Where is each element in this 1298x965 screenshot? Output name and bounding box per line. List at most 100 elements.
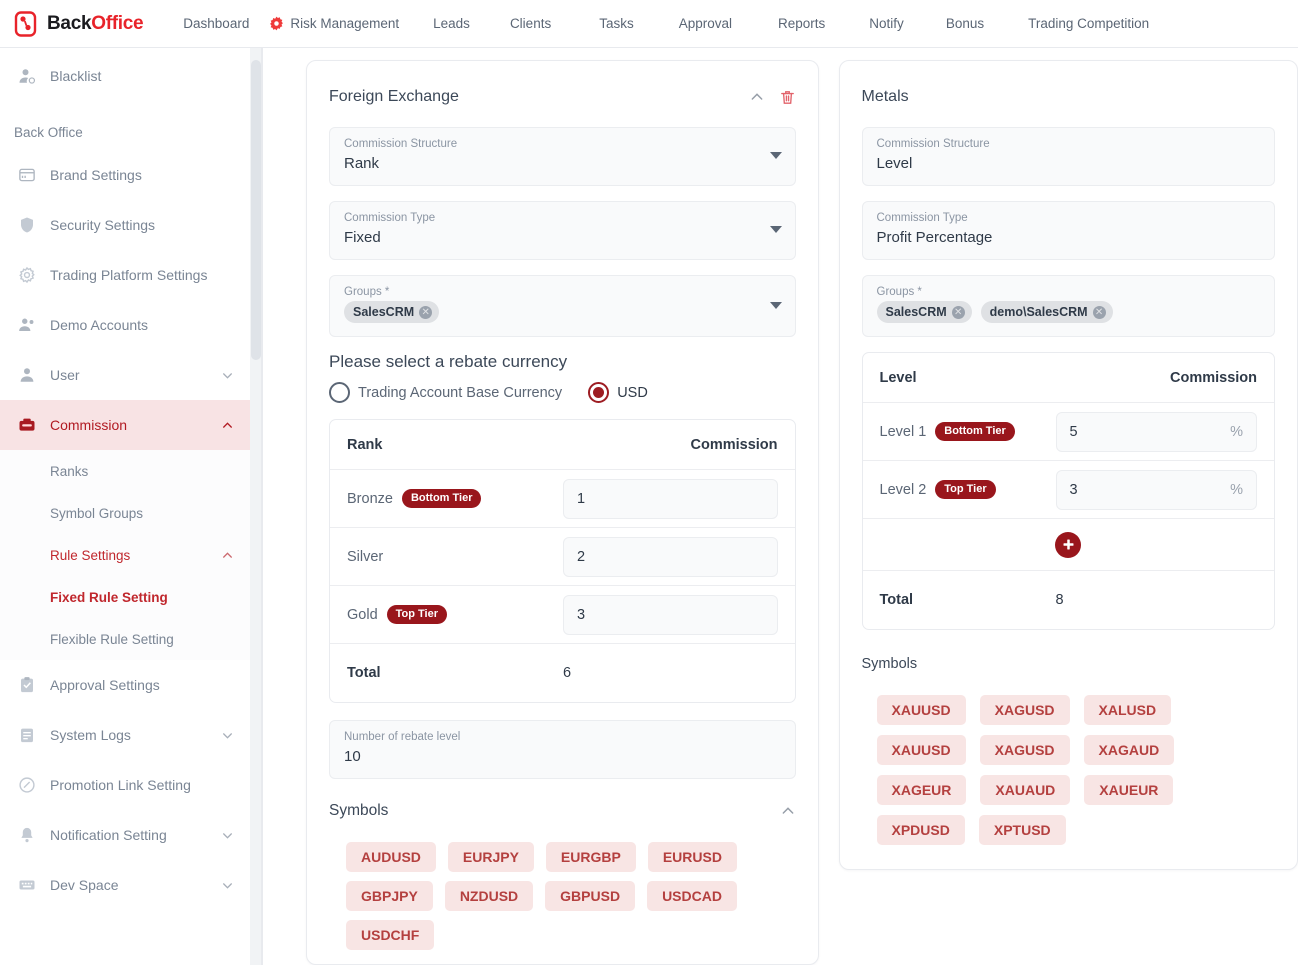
sidebar-item-fixed-rule-setting[interactable]: Fixed Rule Setting	[0, 576, 250, 618]
chevron-up-icon[interactable]	[221, 419, 234, 432]
chevron-up-icon[interactable]	[780, 803, 796, 819]
sidebar-item-flexible-rule-setting[interactable]: Flexible Rule Setting	[0, 618, 250, 660]
metals-groups-select[interactable]: Groups * SalesCRM ✕ demo\SalesCRM ✕	[861, 275, 1275, 337]
symbol-chip[interactable]: XAUEUR	[1084, 775, 1174, 805]
sidebar-item-security-settings[interactable]: Security Settings	[0, 200, 250, 250]
nav-item-approval[interactable]: Approval	[669, 0, 742, 48]
nav-item-bonus[interactable]: Bonus	[936, 0, 994, 48]
bell-icon	[17, 826, 36, 845]
symbol-chip[interactable]: GBPUSD	[545, 881, 636, 911]
nav-item-risk-management[interactable]: Risk Management	[259, 0, 409, 48]
symbol-chip[interactable]: AUDUSD	[346, 842, 436, 872]
sidebar-item-dev-space[interactable]: Dev Space	[0, 860, 250, 910]
radio-trading-account-base-currency[interactable]	[329, 382, 350, 403]
sidebar-item-demo-accounts[interactable]: Demo Accounts	[0, 300, 250, 350]
sidebar-item-label: Approval Settings	[50, 677, 160, 693]
fx-symbols-header[interactable]: Symbols	[329, 794, 796, 828]
symbol-chip[interactable]: USDCHF	[346, 920, 435, 950]
group-chip[interactable]: demo\SalesCRM ✕	[980, 301, 1113, 323]
symbol-chip[interactable]: XAGUSD	[979, 695, 1070, 725]
symbol-chip[interactable]: XAUUSD	[876, 735, 966, 765]
fx-number-of-rebate-level-input[interactable]: Number of rebate level 10	[329, 720, 796, 779]
sidebar-item-system-logs[interactable]: System Logs	[0, 710, 250, 760]
nav-item-leads[interactable]: Leads	[423, 0, 480, 48]
table-row: Level 1 Bottom Tier 5 %	[862, 403, 1274, 461]
sidebar-item-rule-settings[interactable]: Rule Settings	[0, 534, 250, 576]
fx-groups-select[interactable]: Groups * SalesCRM ✕	[329, 275, 796, 337]
close-icon[interactable]: ✕	[951, 305, 965, 319]
total-value: 6	[563, 665, 572, 681]
symbol-chip[interactable]: EURUSD	[647, 842, 737, 872]
nav-item-dashboard[interactable]: Dashboard	[173, 0, 259, 48]
radio-usd[interactable]	[588, 382, 610, 403]
symbol-chip[interactable]: XAUAUD	[980, 775, 1071, 805]
sidebar-scrollbar-thumb[interactable]	[251, 60, 261, 360]
sidebar-item-user[interactable]: User	[0, 350, 250, 400]
symbol-chip[interactable]: EURGBP	[545, 842, 636, 872]
chevron-down-icon[interactable]	[769, 302, 782, 309]
wallet-icon	[17, 416, 36, 435]
symbol-chip[interactable]: XAGEUR	[876, 775, 967, 805]
symbol-chip[interactable]: XPTUSD	[978, 815, 1066, 845]
sidebar-item-symbol-groups[interactable]: Symbol Groups	[0, 492, 250, 534]
sidebar-item-promotion-link-setting[interactable]: Promotion Link Setting	[0, 760, 250, 810]
nav-item-tasks[interactable]: Tasks	[589, 0, 644, 48]
chevron-down-icon[interactable]	[769, 226, 782, 233]
status-badge: Top Tier	[386, 605, 448, 624]
symbol-chip[interactable]: EURJPY	[447, 842, 534, 872]
sidebar-item-notification-setting[interactable]: Notification Setting	[0, 810, 250, 860]
rank-cell: Silver	[347, 549, 563, 565]
nav-item-reports[interactable]: Reports	[768, 0, 835, 48]
chevron-down-icon[interactable]	[221, 879, 234, 892]
metals-symbols-header: Symbols	[862, 647, 1276, 681]
table-add-row	[862, 519, 1274, 571]
symbol-chip[interactable]: XAGAUD	[1083, 735, 1175, 765]
table-total-row: Total 6	[330, 644, 795, 702]
rank-name: Gold	[347, 606, 378, 623]
chevron-down-icon[interactable]	[221, 369, 234, 382]
group-chip[interactable]: SalesCRM ✕	[876, 301, 972, 323]
nav-item-notify[interactable]: Notify	[859, 0, 914, 48]
symbol-chip[interactable]: XALUSD	[1083, 695, 1172, 725]
close-icon[interactable]: ✕	[1092, 305, 1106, 319]
fx-commission-type-select[interactable]: Commission Type Fixed	[329, 201, 796, 260]
chevron-down-icon[interactable]	[221, 829, 234, 842]
symbol-chip[interactable]: XAUUSD	[876, 695, 966, 725]
metals-commission-type-select[interactable]: Commission Type Profit Percentage	[861, 201, 1275, 260]
chevron-up-icon[interactable]	[221, 549, 234, 562]
radio-label: Trading Account Base Currency	[358, 384, 563, 401]
chevron-down-icon[interactable]	[769, 152, 782, 159]
sidebar-item-commission[interactable]: Commission	[0, 400, 250, 450]
sidebar-item-brand-settings[interactable]: Brand Settings	[0, 150, 250, 200]
commission-input[interactable]: 3 %	[1055, 469, 1257, 510]
sidebar-item-label: Blacklist	[50, 68, 102, 84]
chevron-down-icon[interactable]	[221, 729, 234, 742]
nav-item-trading-competition[interactable]: Trading Competition	[1018, 0, 1159, 48]
metals-commission-structure-select[interactable]: Commission Structure Level	[861, 127, 1275, 186]
brand-logo[interactable]: BackOffice	[14, 10, 144, 37]
commission-input[interactable]: 2	[563, 536, 778, 577]
commission-input[interactable]: 1	[563, 478, 778, 519]
symbol-chip[interactable]: XAGUSD	[979, 735, 1070, 765]
sidebar-item-ranks[interactable]: Ranks	[0, 450, 250, 492]
symbol-chip[interactable]: GBPJPY	[346, 881, 433, 911]
card-title: Foreign Exchange	[329, 88, 459, 105]
fx-commission-structure-select[interactable]: Commission Structure Rank	[329, 127, 796, 186]
sidebar-item-label: Rule Settings	[50, 547, 131, 563]
symbol-chip[interactable]: NZDUSD	[444, 881, 534, 911]
commission-input[interactable]: 3	[563, 594, 778, 635]
sidebar-item-blacklist[interactable]: Blacklist	[0, 48, 250, 104]
sidebar-item-approval-settings[interactable]: Approval Settings	[0, 660, 250, 710]
group-chip[interactable]: SalesCRM ✕	[344, 301, 440, 323]
sidebar-item-trading-platform-settings[interactable]: Trading Platform Settings	[0, 250, 250, 300]
clipboard-check-icon	[17, 676, 36, 695]
commission-input[interactable]: 5 %	[1055, 411, 1257, 452]
nav-item-clients[interactable]: Clients	[500, 0, 561, 48]
close-icon[interactable]: ✕	[419, 305, 433, 319]
symbol-chip[interactable]: XPDUSD	[876, 815, 965, 845]
add-level-button[interactable]	[1055, 531, 1082, 558]
chevron-up-icon[interactable]	[749, 89, 765, 105]
field-value: Fixed	[344, 229, 381, 246]
trash-icon[interactable]	[779, 89, 796, 106]
symbol-chip[interactable]: USDCAD	[647, 881, 737, 911]
